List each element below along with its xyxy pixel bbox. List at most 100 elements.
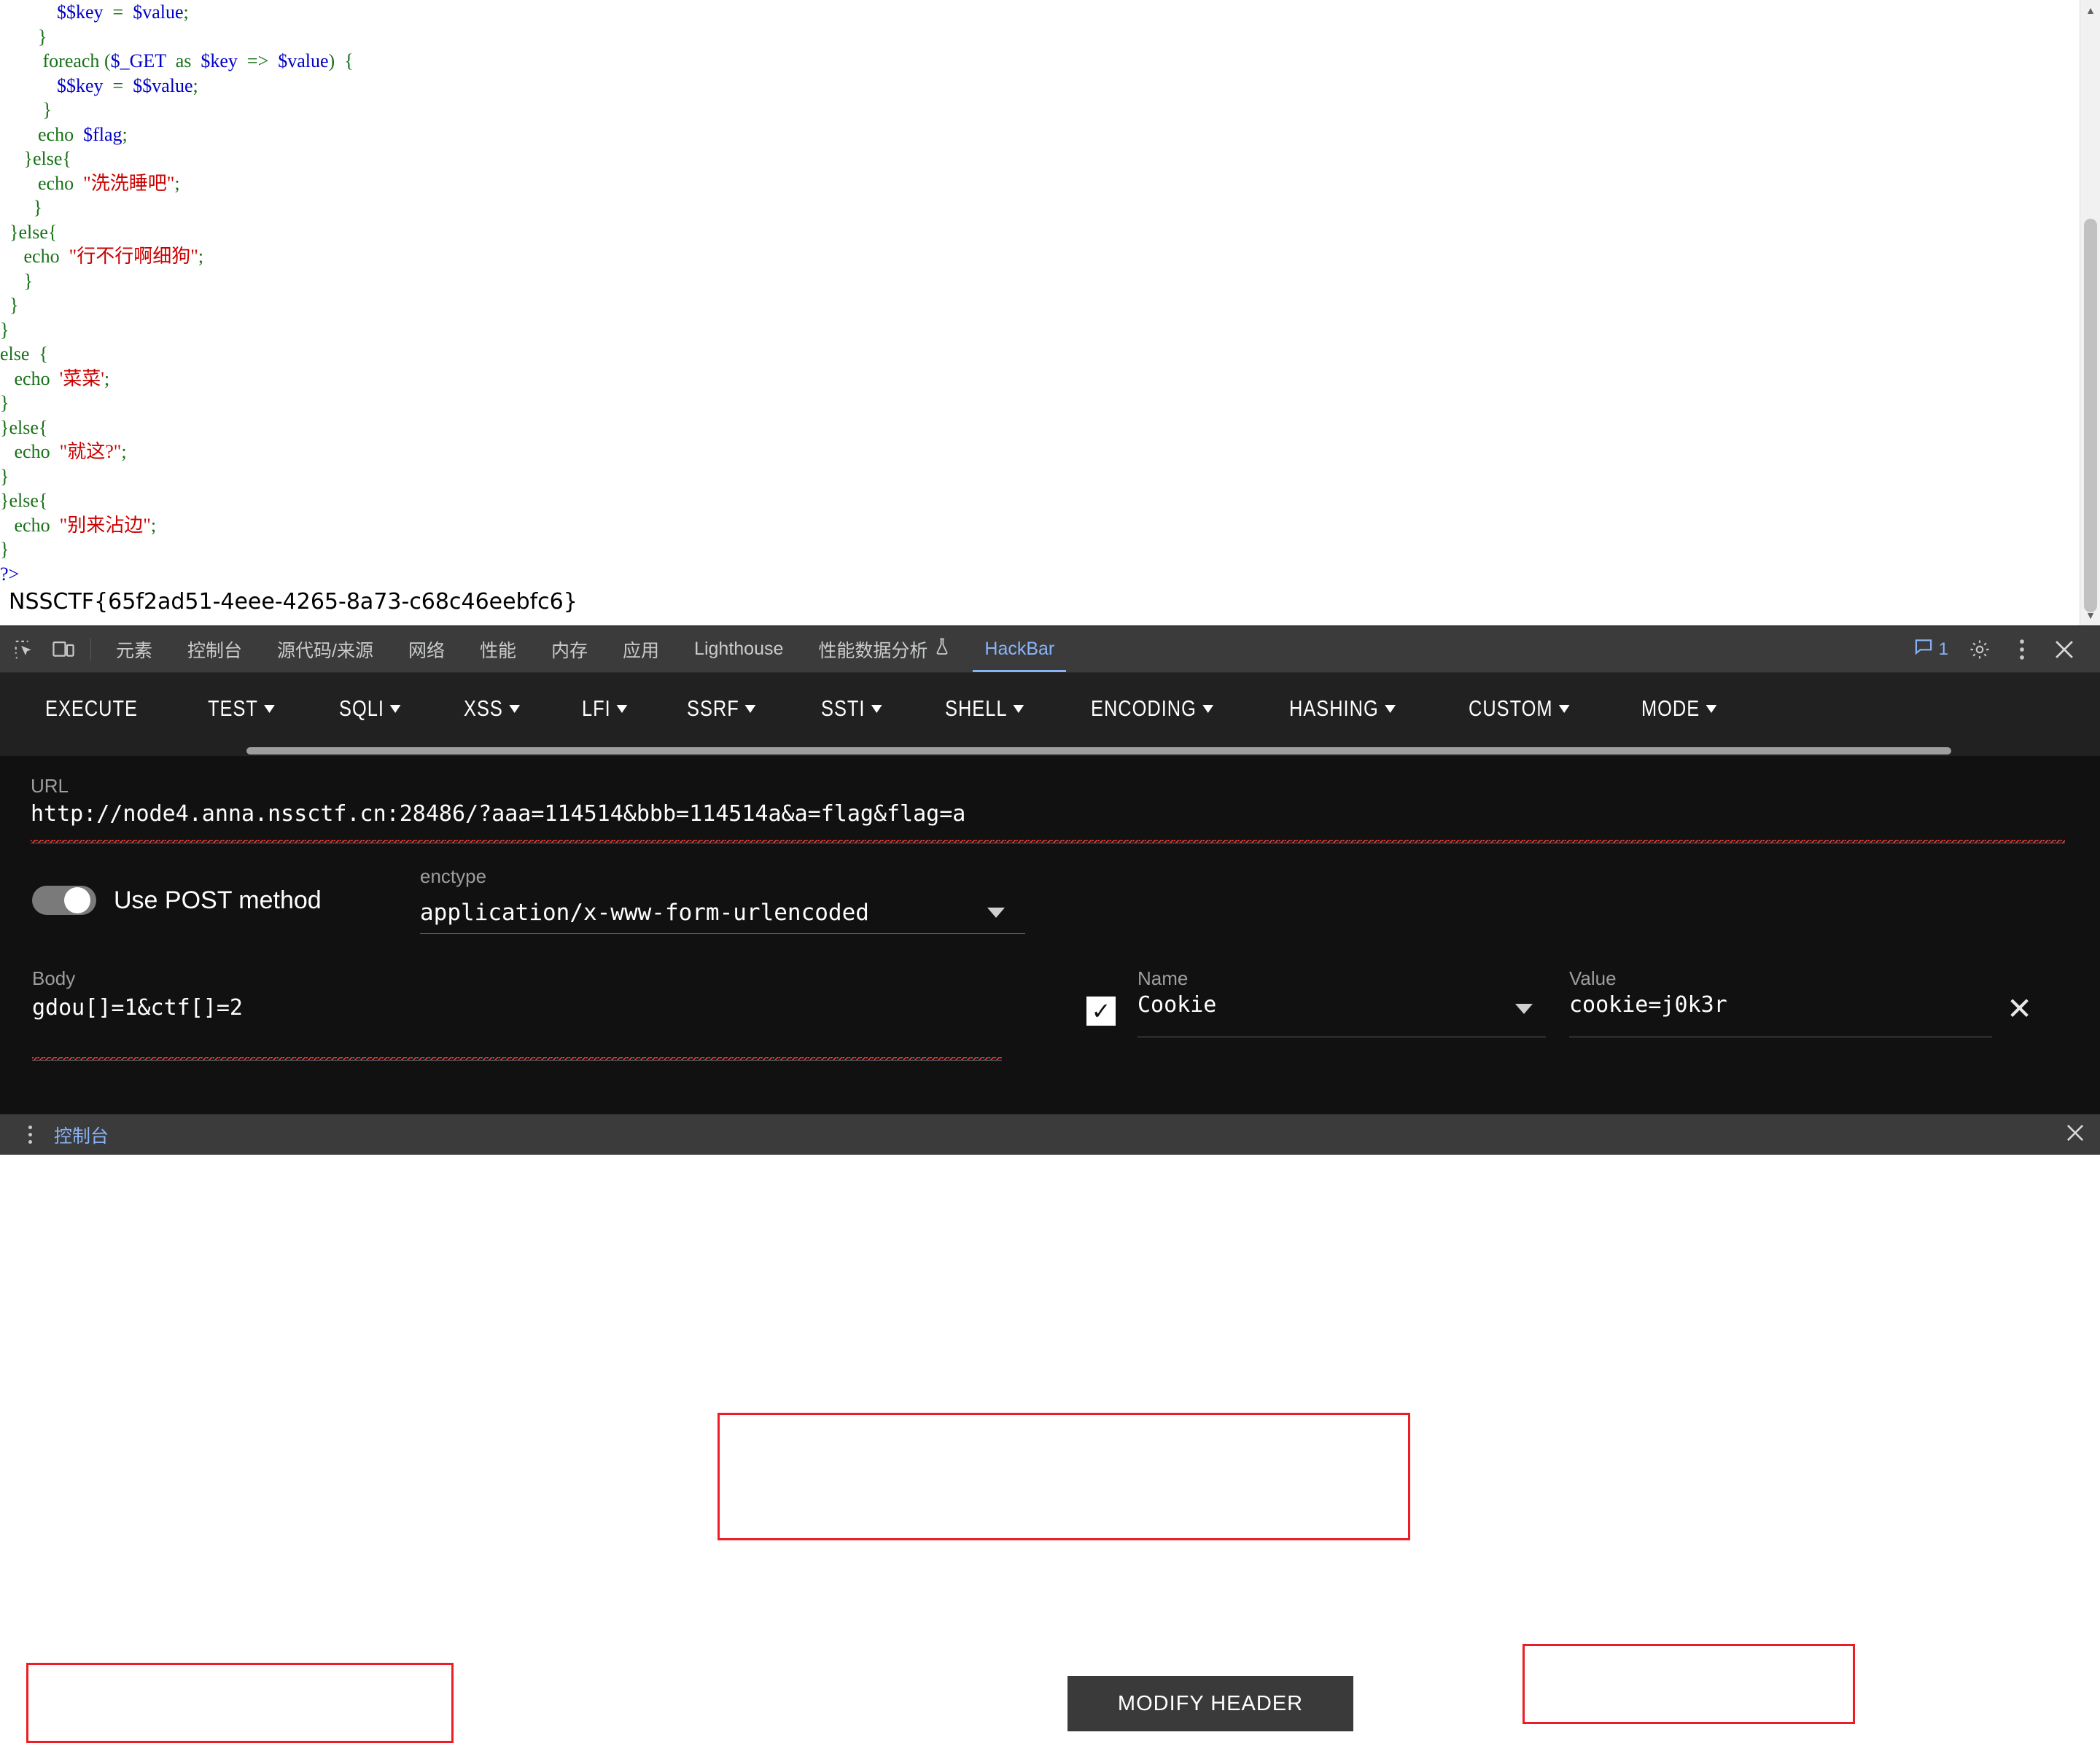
code-line: } — [0, 295, 19, 316]
tab-sources[interactable]: 源代码/来源 — [260, 627, 391, 672]
tabstrip-right-controls: 1 — [1904, 631, 2096, 668]
menu-label: SSRF — [687, 695, 740, 721]
page-scrollbar[interactable]: ▲ ▼ — [2080, 0, 2100, 625]
drawer-tab-console[interactable]: 控制台 — [54, 1122, 109, 1148]
hackbar-menu-scrollbar[interactable] — [0, 744, 2100, 756]
menu-label: MODE — [1641, 695, 1700, 721]
hackbar-menu-shell[interactable]: SHELL — [945, 695, 1024, 722]
scroll-up-arrow-icon[interactable]: ▲ — [2080, 0, 2100, 20]
hackbar-form: URL http://node4.anna.nssctf.cn:28486/?a… — [0, 756, 2100, 1731]
hackbar-menu-hashing[interactable]: HASHING — [1289, 695, 1396, 722]
code-line: echo "洗洗睡吧"; — [0, 172, 180, 194]
code-line: }else{ — [0, 416, 48, 438]
header-enabled-checkbox[interactable]: ✓ — [1086, 997, 1116, 1026]
annotation-box-url-params — [718, 1413, 1410, 1540]
device-toolbar-icon[interactable] — [44, 631, 83, 668]
code-line: } — [0, 99, 52, 120]
header-name-input[interactable]: Cookie — [1138, 992, 1546, 1037]
more-vertical-icon[interactable] — [2001, 631, 2043, 668]
more-vertical-icon[interactable] — [18, 1126, 42, 1144]
tab-label: Lighthouse — [694, 639, 784, 659]
body-input[interactable]: gdou[]=1&ctf[]=2 — [32, 995, 1002, 1061]
menu-label: ENCODING — [1090, 695, 1197, 721]
tab-performance[interactable]: 性能 — [462, 627, 534, 672]
message-bubble-icon — [1914, 638, 1933, 660]
hackbar-menu-execute[interactable]: EXECUTE — [45, 695, 138, 722]
devtools-panel: 元素 控制台 源代码/来源 网络 性能 内存 应用 Lighthouse 性能数… — [0, 625, 2100, 1743]
tab-elements[interactable]: 元素 — [98, 627, 170, 672]
chevron-down-icon — [871, 704, 882, 713]
tab-label: 源代码/来源 — [277, 640, 373, 661]
code-line: }else{ — [0, 221, 58, 243]
tab-label: 元素 — [116, 640, 153, 661]
code-line: }else{ — [0, 148, 71, 169]
flask-icon — [935, 638, 949, 660]
chevron-down-icon — [1706, 704, 1717, 713]
url-input[interactable]: http://node4.anna.nssctf.cn:28486/?aaa=1… — [31, 801, 2065, 843]
tab-lighthouse[interactable]: Lighthouse — [677, 627, 801, 672]
tab-application[interactable]: 应用 — [605, 627, 677, 672]
annotation-box-cookie-value — [1522, 1644, 1855, 1724]
code-line: echo $flag; — [0, 123, 128, 145]
hackbar-menu-sqli[interactable]: SQLI — [339, 695, 401, 722]
tab-performance-insights[interactable]: 性能数据分析 — [801, 627, 967, 672]
gear-icon[interactable] — [1959, 631, 2001, 668]
menu-label: SSTI — [820, 695, 866, 721]
hackbar-menu-custom[interactable]: CUSTOM — [1469, 695, 1570, 722]
use-post-method-label: Use POST method — [114, 886, 322, 914]
hackbar-menu-lfi[interactable]: LFI — [582, 695, 628, 722]
hackbar-menu-ssrf[interactable]: SSRF — [687, 695, 757, 722]
body-label: Body — [32, 967, 76, 989]
hackbar-menu-mode[interactable]: MODE — [1641, 695, 1717, 722]
tab-label: HackBar — [984, 639, 1055, 659]
tab-label: 应用 — [623, 640, 660, 661]
tab-memory[interactable]: 内存 — [534, 627, 605, 672]
code-line: }else{ — [0, 490, 48, 511]
use-post-method-toggle[interactable]: Use POST method — [32, 886, 322, 915]
tab-hackbar[interactable]: HackBar — [967, 627, 1072, 672]
message-count-indicator[interactable]: 1 — [1904, 638, 1959, 660]
enctype-label: enctype — [420, 865, 487, 887]
header-name-dropdown-icon[interactable] — [1515, 1004, 1533, 1014]
chevron-down-icon — [1202, 704, 1213, 713]
code-line: $$key = $value; — [57, 1, 189, 23]
scrollbar-thumb[interactable] — [2084, 219, 2097, 612]
tab-label: 控制台 — [187, 640, 243, 661]
code-line: } — [0, 270, 33, 292]
remove-header-button[interactable]: ✕ — [2007, 994, 2032, 1024]
scrollbar-thumb[interactable] — [246, 747, 1951, 754]
chevron-down-icon — [263, 704, 275, 713]
hackbar-menu-xss[interactable]: XSS — [464, 695, 521, 722]
menu-label: TEST — [207, 695, 258, 721]
tab-label: 内存 — [551, 640, 588, 661]
scroll-down-arrow-icon[interactable]: ▼ — [2080, 605, 2100, 625]
modify-header-button[interactable]: MODIFY HEADER — [1068, 1676, 1353, 1731]
code-line: echo "别来沾边"; — [0, 514, 157, 536]
toggle-switch[interactable] — [32, 886, 96, 915]
chevron-down-icon — [1385, 704, 1396, 713]
hackbar-menu-test[interactable]: TEST — [208, 695, 275, 722]
tab-network[interactable]: 网络 — [391, 627, 462, 672]
close-icon[interactable] — [2065, 1123, 2085, 1147]
tab-console[interactable]: 控制台 — [170, 627, 260, 672]
php-source-output: $$key = $value; } foreach ($_GET as $key… — [0, 0, 2100, 586]
header-value-label: Value — [1569, 967, 1617, 989]
hackbar-menu-encoding[interactable]: ENCODING — [1091, 695, 1213, 722]
close-icon[interactable] — [2043, 631, 2085, 668]
tab-label: 性能 — [480, 640, 517, 661]
chevron-down-icon — [1013, 704, 1024, 713]
flag-output: NSSCTF{65f2ad51-4eee-4265-8a73-c68c46eeb… — [9, 589, 578, 615]
menu-label: CUSTOM — [1469, 695, 1553, 721]
code-line: else { — [0, 343, 48, 364]
hackbar-menu-ssti[interactable]: SSTI — [821, 695, 882, 722]
menu-label: HASHING — [1289, 695, 1380, 721]
code-line: foreach ($_GET as $key => $value) { — [0, 50, 354, 71]
chevron-down-icon — [987, 907, 1005, 918]
hackbar-menubar: EXECUTE TEST SQLI XSS LFI SSRF SSTI SHEL… — [0, 673, 2100, 744]
header-value-input[interactable]: cookie=j0k3r — [1569, 992, 1992, 1037]
enctype-select[interactable]: application/x-www-form-urlencoded — [420, 892, 1025, 934]
inspect-element-icon[interactable] — [4, 631, 44, 668]
enctype-value: application/x-www-form-urlencoded — [420, 899, 869, 926]
url-label: URL — [31, 775, 69, 797]
code-line: echo "就这?"; — [0, 441, 127, 462]
